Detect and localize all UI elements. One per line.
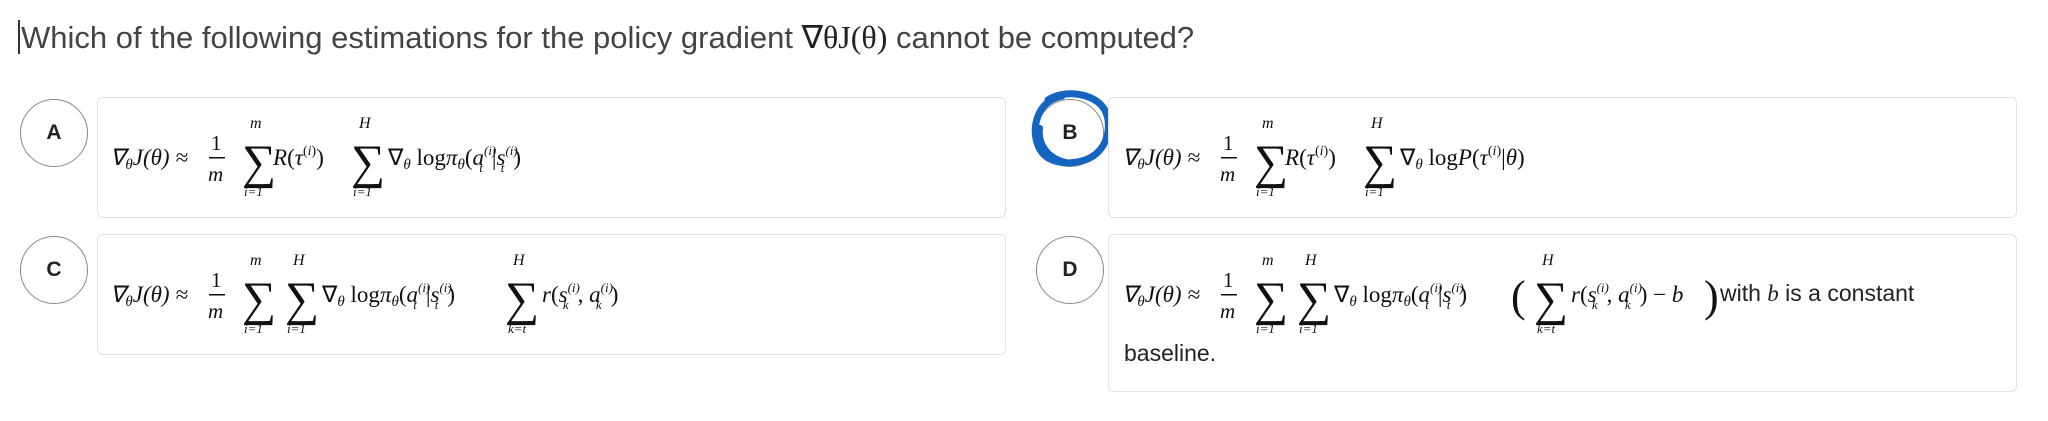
- svg-text:k=t: k=t: [1537, 321, 1556, 336]
- svg-text:∑: ∑: [1363, 136, 1397, 189]
- svg-text:∑: ∑: [285, 273, 319, 326]
- svg-text:H: H: [1304, 252, 1318, 269]
- svg-text:∑: ∑: [242, 273, 276, 326]
- svg-text:i=1: i=1: [244, 321, 263, 336]
- svg-text:m: m: [208, 299, 223, 323]
- svg-text:i=1: i=1: [1365, 184, 1384, 199]
- svg-text:R(τ(i)): R(τ(i)): [1284, 144, 1336, 170]
- svg-text:∑: ∑: [1297, 273, 1331, 326]
- svg-text:∑: ∑: [351, 136, 385, 189]
- svg-text:∑: ∑: [242, 136, 276, 189]
- svg-text:∇θ logπθ(a(i)t|s(i)t): ∇θ logπθ(a(i) t |s(i) t): [387, 143, 521, 175]
- svg-text:m: m: [1262, 115, 1274, 132]
- svg-text:m: m: [1220, 299, 1235, 323]
- selection-mark: [1031, 90, 1112, 167]
- svg-text:r(s(i)k, a(i)k) − b: r(s(i) k, a(i) k) − b: [1571, 280, 1683, 312]
- svg-text:H: H: [1541, 252, 1555, 269]
- svg-text:m: m: [1220, 162, 1235, 186]
- option-c-letter[interactable]: C: [20, 236, 88, 304]
- svg-text:H: H: [292, 252, 306, 269]
- svg-text:∇θ logP(τ(i)|θ): ∇θ logP(τ(i)|θ): [1399, 144, 1525, 173]
- question-math: ∇θJ(θ): [801, 19, 888, 55]
- svg-text:i=1: i=1: [353, 184, 372, 199]
- option-d-letter[interactable]: D: [1036, 236, 1104, 304]
- option-d-continuation: baseline.: [1124, 340, 1217, 366]
- svg-text:m: m: [250, 252, 262, 269]
- svg-text:m: m: [250, 115, 262, 132]
- svg-text:m: m: [208, 162, 223, 186]
- option-a-letter[interactable]: A: [20, 99, 88, 167]
- option-d-formula: ∇θJ(θ) ≈ 1m m∑i=1 H∑i=1 ∇θ logπθ(a(i) t |s…: [1122, 252, 1719, 336]
- text-cursor: [18, 20, 20, 54]
- svg-text:∇θJ(θ) ≈: ∇θJ(θ) ≈: [110, 282, 188, 310]
- svg-text:r(s(i)k, a(i)k): r(s(i) k, a(i) k): [542, 280, 618, 312]
- svg-text:∑: ∑: [1254, 273, 1288, 326]
- svg-text:H: H: [512, 252, 526, 269]
- svg-text:): ): [1704, 272, 1719, 321]
- svg-text:∇θJ(θ) ≈: ∇θJ(θ) ≈: [1122, 282, 1200, 310]
- svg-text:H: H: [1370, 115, 1384, 132]
- svg-text:H: H: [358, 115, 372, 132]
- svg-text:∇θ logπθ(a(i)t|s(i)t): ∇θ logπθ(a(i) t |s(i) t): [321, 280, 455, 312]
- svg-text:∑: ∑: [1254, 136, 1288, 189]
- option-d-suffix: with b is a constant: [1720, 280, 1915, 306]
- svg-text:∇θJ(θ) ≈: ∇θJ(θ) ≈: [110, 145, 188, 173]
- svg-text:i=1: i=1: [1299, 321, 1318, 336]
- svg-text:∑: ∑: [505, 273, 539, 326]
- svg-text:1: 1: [211, 268, 222, 292]
- svg-text:i=1: i=1: [244, 184, 263, 199]
- svg-text:m: m: [1262, 252, 1274, 269]
- option-c-formula: ∇θJ(θ) ≈ 1m m∑i=1 H∑i=1 ∇θ logπθ(a(i) t |s…: [110, 252, 618, 336]
- svg-text:k=t: k=t: [508, 321, 527, 336]
- svg-text:∑: ∑: [1534, 273, 1568, 326]
- svg-text:i=1: i=1: [1256, 184, 1275, 199]
- svg-text:∇θJ(θ) ≈: ∇θJ(θ) ≈: [1122, 145, 1200, 173]
- option-b-formula: ∇θJ(θ) ≈ 1m m∑i=1 R(τ(i)) H∑i=1 ∇θ logP(…: [1122, 115, 1525, 199]
- svg-text:i=1: i=1: [1256, 321, 1275, 336]
- svg-text:1: 1: [1223, 131, 1234, 155]
- svg-text:R(τ(i)): R(τ(i)): [272, 144, 324, 170]
- svg-text:1: 1: [1223, 268, 1234, 292]
- svg-text:i=1: i=1: [287, 321, 306, 336]
- question-text: Which of the following estimations for t…: [18, 18, 1194, 56]
- svg-text:∇θ logπθ(a(i)t|s(i)t): ∇θ logπθ(a(i) t |s(i) t): [1333, 280, 1467, 312]
- svg-text:1: 1: [211, 131, 222, 155]
- svg-text:(: (: [1511, 272, 1526, 321]
- option-a-formula: ∇θJ(θ) ≈ 1m m∑i=1 R(τ(i)) H∑i=1 ∇θ logπθ…: [110, 115, 521, 199]
